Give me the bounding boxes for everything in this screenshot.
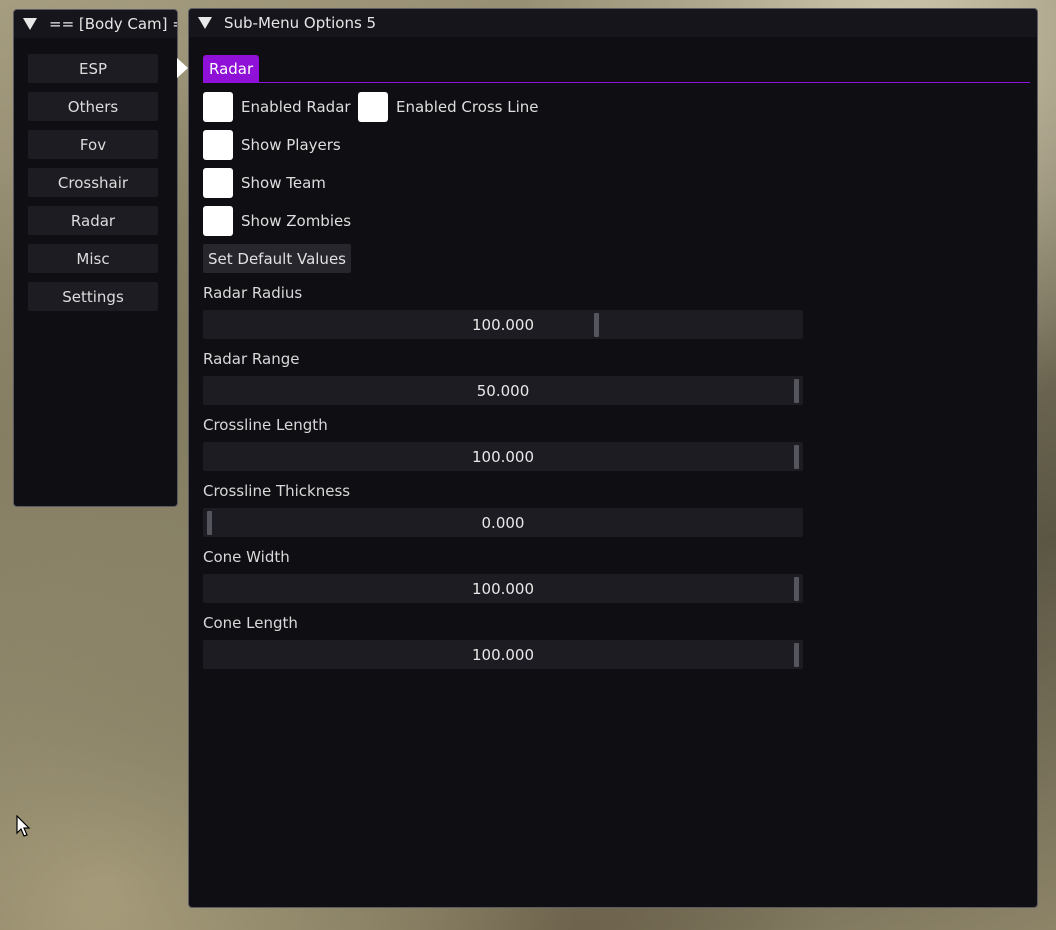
checkbox-label: Show Zombies bbox=[241, 212, 352, 230]
submenu-titlebar[interactable]: Sub-Menu Options 5 bbox=[189, 9, 1037, 37]
checkbox-box[interactable] bbox=[203, 130, 233, 160]
collapse-triangle-icon[interactable] bbox=[23, 18, 37, 30]
nav-button-crosshair[interactable]: Crosshair bbox=[28, 168, 158, 197]
submenu-window: Sub-Menu Options 5 Radar Enabled Radar E… bbox=[188, 8, 1038, 908]
checkbox-show-team[interactable]: Show Team bbox=[203, 168, 326, 198]
submenu-title: Sub-Menu Options 5 bbox=[224, 14, 377, 32]
nav-button-others[interactable]: Others bbox=[28, 92, 158, 121]
tab-underline bbox=[203, 82, 1030, 83]
slider-label-radar-range: Radar Range bbox=[203, 350, 300, 368]
slider-crossline-length[interactable]: 100.000 bbox=[203, 442, 803, 471]
checkbox-show-zombies[interactable]: Show Zombies bbox=[203, 206, 351, 236]
main-menu-window: == [Body Cam] == ESP Others Fov Crosshai… bbox=[13, 9, 178, 507]
nav-button-esp[interactable]: ESP bbox=[28, 54, 158, 83]
nav-button-fov[interactable]: Fov bbox=[28, 130, 158, 159]
slider-value: 0.000 bbox=[481, 513, 525, 532]
slider-label-cone-width: Cone Width bbox=[203, 548, 290, 566]
checkbox-enabled-cross-line[interactable]: Enabled Cross Line bbox=[358, 92, 539, 122]
checkbox-label: Show Players bbox=[241, 136, 341, 154]
slider-label-crossline-thickness: Crossline Thickness bbox=[203, 482, 351, 500]
slider-radar-range[interactable]: 50.000 bbox=[203, 376, 803, 405]
slider-cone-length[interactable]: 100.000 bbox=[203, 640, 803, 669]
checkbox-box[interactable] bbox=[203, 168, 233, 198]
main-menu-title: == [Body Cam] == bbox=[49, 15, 177, 33]
mouse-cursor-icon bbox=[16, 815, 31, 837]
slider-value: 50.000 bbox=[476, 381, 530, 400]
slider-radar-radius[interactable]: 100.000 bbox=[203, 310, 803, 339]
tab-arrow-icon bbox=[177, 58, 188, 78]
slider-value: 100.000 bbox=[471, 579, 535, 598]
checkbox-box[interactable] bbox=[203, 92, 233, 122]
nav-button-settings[interactable]: Settings bbox=[28, 282, 158, 311]
slider-value: 100.000 bbox=[471, 645, 535, 664]
slider-value: 100.000 bbox=[471, 447, 535, 466]
checkbox-label: Enabled Cross Line bbox=[396, 98, 539, 116]
checkbox-enabled-radar[interactable]: Enabled Radar bbox=[203, 92, 351, 122]
checkbox-label: Show Team bbox=[241, 174, 326, 192]
nav-button-radar[interactable]: Radar bbox=[28, 206, 158, 235]
collapse-triangle-icon[interactable] bbox=[198, 17, 212, 29]
checkbox-label: Enabled Radar bbox=[241, 98, 351, 116]
checkbox-box[interactable] bbox=[358, 92, 388, 122]
nav-button-misc[interactable]: Misc bbox=[28, 244, 158, 273]
tab-radar[interactable]: Radar bbox=[203, 55, 260, 83]
slider-label-radar-radius: Radar Radius bbox=[203, 284, 303, 302]
slider-crossline-thickness[interactable]: 0.000 bbox=[203, 508, 803, 537]
slider-value: 100.000 bbox=[471, 315, 535, 334]
set-default-values-button[interactable]: Set Default Values bbox=[203, 244, 351, 273]
slider-label-crossline-length: Crossline Length bbox=[203, 416, 328, 434]
main-menu-titlebar[interactable]: == [Body Cam] == bbox=[14, 10, 177, 38]
checkbox-box[interactable] bbox=[203, 206, 233, 236]
checkbox-show-players[interactable]: Show Players bbox=[203, 130, 341, 160]
slider-cone-width[interactable]: 100.000 bbox=[203, 574, 803, 603]
slider-label-cone-length: Cone Length bbox=[203, 614, 298, 632]
